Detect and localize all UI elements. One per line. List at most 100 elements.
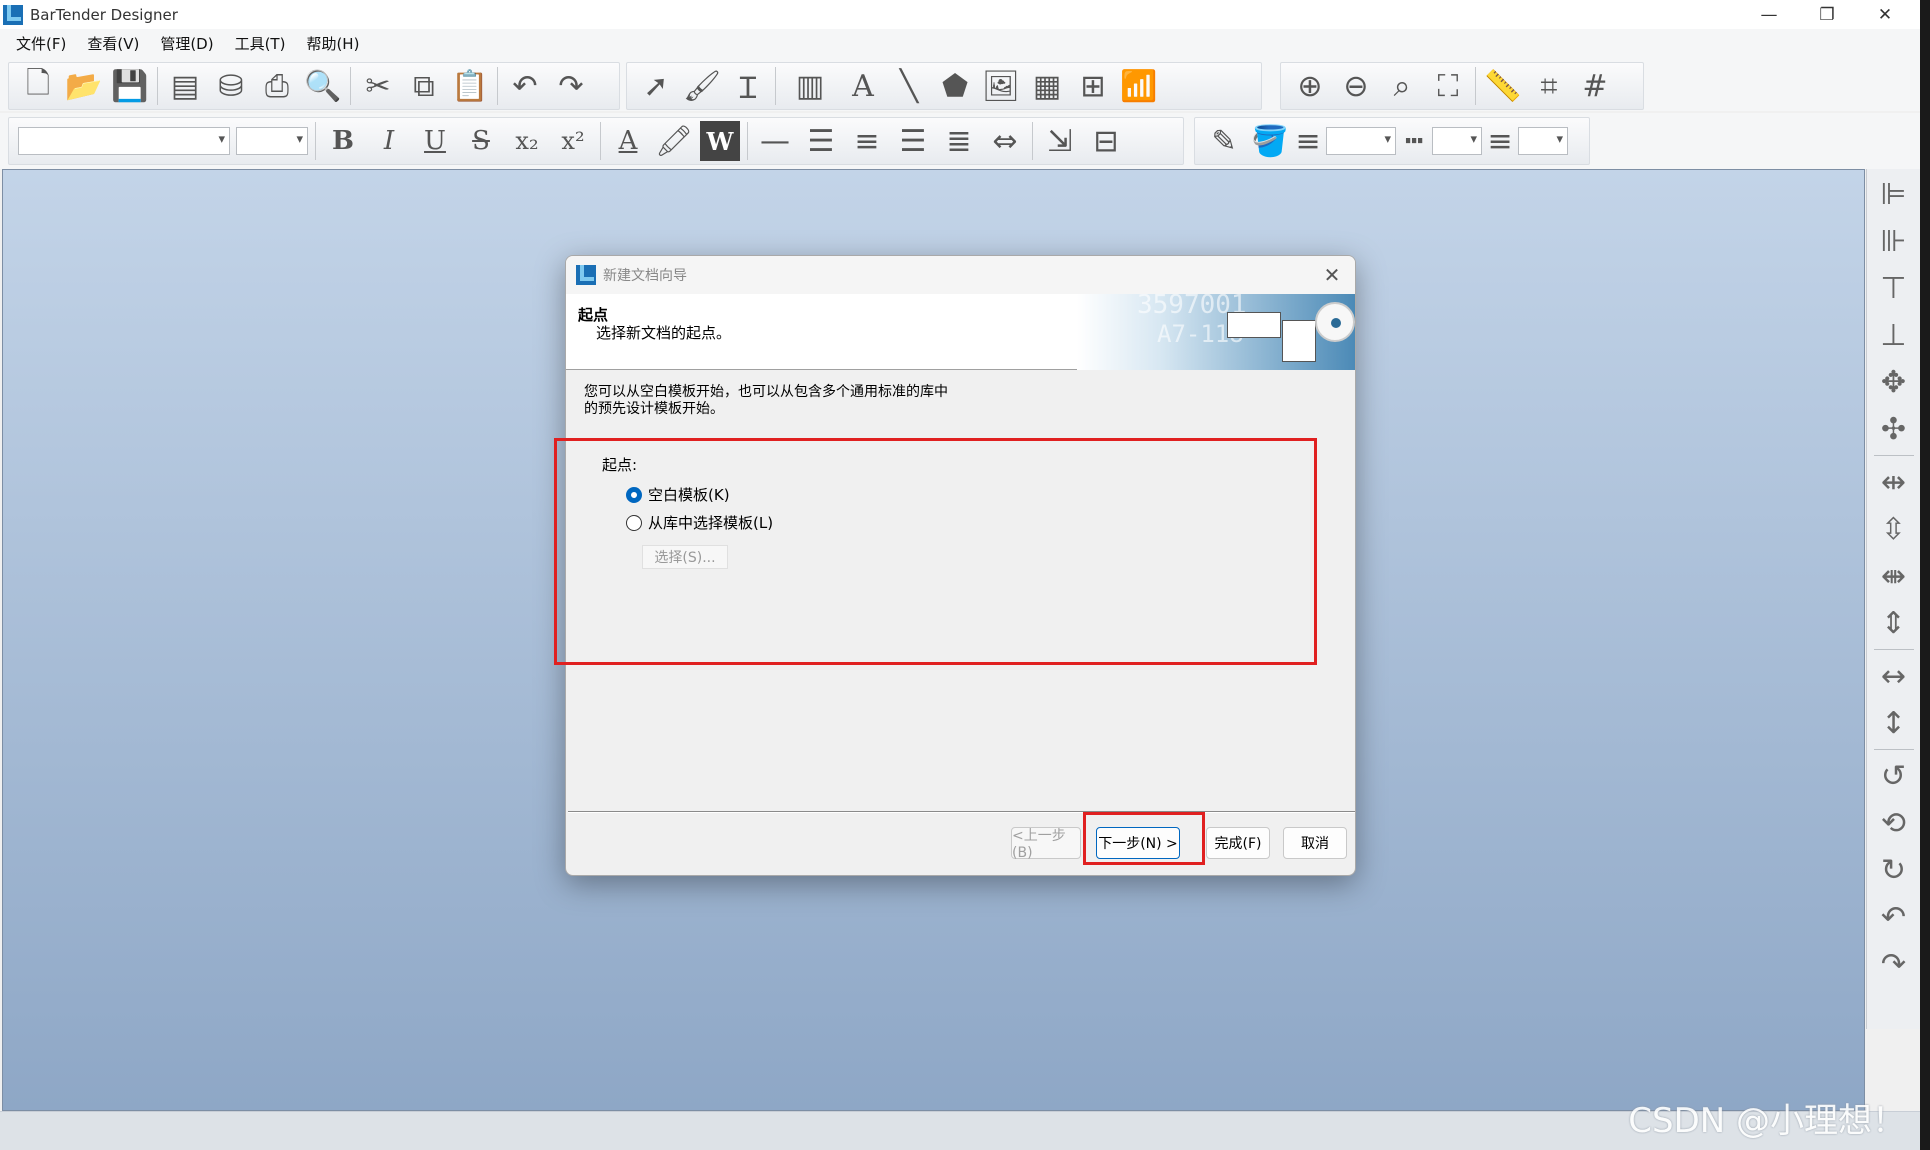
line-weight-combo[interactable] [1326, 127, 1396, 155]
align-bottom-edges-icon[interactable]: ⊥ [1872, 313, 1916, 357]
wizard-header: 起点 选择新文档的起点。 3597001 A7-118 [566, 294, 1355, 370]
new-document-icon[interactable]: 🗋 [18, 66, 58, 106]
subscript-button[interactable]: x₂ [507, 121, 547, 161]
rotate-1-ccw-icon[interactable]: ↶ [1872, 895, 1916, 939]
highlight-icon[interactable]: 🖍 [654, 121, 694, 161]
object-toolbar: ➚ 🖌 Ɪ ▥ A ╲ ⬟ 🖼 ▦ ⊞ 📶 [626, 62, 1262, 110]
open-folder-icon[interactable]: 📂 [64, 66, 104, 106]
copy-icon[interactable]: ⧉ [404, 66, 444, 106]
menu-administer[interactable]: 管理(D) [152, 33, 221, 54]
toolbar-separator [350, 67, 351, 105]
rotate-180-icon[interactable]: ⟲ [1872, 801, 1916, 845]
rotate-90-ccw-icon[interactable]: ↺ [1872, 754, 1916, 798]
font-color-button[interactable]: A [608, 121, 648, 161]
superscript-button[interactable]: x² [553, 121, 593, 161]
page-setup-icon[interactable]: ▤ [165, 66, 205, 106]
center-vertically-icon[interactable]: ⇳ [1872, 507, 1916, 551]
rotate-1-cw-icon[interactable]: ↷ [1872, 942, 1916, 986]
text-tool-icon[interactable]: A [843, 66, 883, 106]
text-cursor-icon[interactable]: Ɪ [728, 66, 768, 106]
wizard-description: 您可以从空白模板开始，也可以从包含多个通用标准的库中 的预先设计模板开始。 [584, 384, 1004, 418]
finish-button[interactable]: 完成(F) [1206, 827, 1270, 859]
align-centers-horizontal-icon[interactable]: ✥ [1872, 360, 1916, 404]
line-spacing-combo[interactable] [1518, 127, 1568, 155]
menu-file[interactable]: 文件(F) [8, 33, 74, 54]
paste-icon[interactable]: 📋 [450, 66, 490, 106]
align-left-edges-icon[interactable]: ⊫ [1872, 172, 1916, 216]
menu-view[interactable]: 查看(V) [79, 33, 147, 54]
print-icon[interactable]: ⎙ [257, 66, 297, 106]
strikethrough-button[interactable]: S [461, 121, 501, 161]
align-right-icon[interactable]: ☰ [893, 121, 933, 161]
picture-icon[interactable]: 🖼 [981, 66, 1021, 106]
align-centers-vertical-icon[interactable]: ✣ [1872, 407, 1916, 451]
menu-tools[interactable]: 工具(T) [227, 33, 294, 54]
align-right-edges-icon[interactable]: ⊪ [1872, 219, 1916, 263]
cancel-button[interactable]: 取消 [1283, 827, 1347, 859]
line-color-icon[interactable]: ✎ [1204, 121, 1244, 161]
undo-icon[interactable]: ↶ [505, 66, 545, 106]
line-style-icon[interactable]: ┅ [1402, 121, 1426, 161]
close-window-button[interactable]: ✕ [1856, 0, 1914, 29]
center-horizontally-icon[interactable]: ⇹ [1872, 460, 1916, 504]
database-icon[interactable]: ⛁ [211, 66, 251, 106]
toolbar-separator [775, 67, 776, 105]
zoom-selection-icon[interactable]: ⌕ [1382, 66, 1422, 106]
same-height-icon[interactable]: ↕ [1872, 701, 1916, 745]
menu-help[interactable]: 帮助(H) [298, 33, 367, 54]
line-icon[interactable]: ╲ [889, 66, 929, 106]
line-spacing-icon[interactable]: ≡ [1487, 121, 1512, 161]
space-horizontal-icon[interactable]: ⇼ [1872, 554, 1916, 598]
redo-icon[interactable]: ↷ [551, 66, 591, 106]
line-weight-icon[interactable]: ≡ [1295, 121, 1320, 161]
pointer-icon[interactable]: ➚ [636, 66, 676, 106]
wrap-text-icon[interactable]: ⊟ [1086, 121, 1126, 161]
font-size-combo[interactable] [236, 127, 308, 155]
font-name-combo[interactable] [18, 127, 230, 155]
print-preview-icon[interactable]: 🔍 [303, 66, 343, 106]
ruler-icon[interactable]: 📏 [1483, 66, 1523, 106]
bartender-logo-icon [3, 4, 23, 25]
table-icon[interactable]: ▦ [1027, 66, 1067, 106]
space-vertical-icon[interactable]: ⇕ [1872, 601, 1916, 645]
restore-button[interactable]: ❐ [1798, 0, 1856, 29]
crop-marks-icon[interactable]: ⌗ [1529, 66, 1569, 106]
minimize-button[interactable]: — [1740, 0, 1798, 29]
save-icon[interactable]: 💾 [110, 66, 150, 106]
toolbar-separator [600, 122, 601, 160]
toolbar-separator [1873, 455, 1914, 456]
barcode-icon[interactable]: ▥ [783, 66, 837, 106]
italic-button[interactable]: I [369, 121, 409, 161]
bold-button[interactable]: B [323, 121, 363, 161]
horizontal-line-icon[interactable]: — [755, 121, 795, 161]
underline-button[interactable]: U [415, 121, 455, 161]
banner-disc-icon [1315, 302, 1355, 342]
resize-icon[interactable]: ⇲ [1040, 121, 1080, 161]
brush-icon[interactable]: 🖌 [682, 66, 722, 106]
rotate-90-cw-icon[interactable]: ↻ [1872, 848, 1916, 892]
zoom-in-icon[interactable]: ⊕ [1290, 66, 1330, 106]
shape-icon[interactable]: ⬟ [935, 66, 975, 106]
grid-lines-icon[interactable]: # [1575, 66, 1615, 106]
toolbar-separator [1475, 67, 1476, 105]
same-width-icon[interactable]: ↔ [1872, 654, 1916, 698]
screen-edge [1920, 0, 1930, 1150]
rfid-icon[interactable]: 📶 [1119, 66, 1159, 106]
description-line: 的预先设计模板开始。 [584, 401, 724, 417]
fit-page-icon[interactable]: ⛶ [1428, 66, 1468, 106]
highlight-next-button-box [1083, 812, 1205, 865]
back-button[interactable]: <上一步(B) [1011, 827, 1081, 861]
zoom-out-icon[interactable]: ⊖ [1336, 66, 1376, 106]
window-controls: — ❐ ✕ [1740, 0, 1914, 29]
align-left-icon[interactable]: ☰ [801, 121, 841, 161]
fit-text-icon[interactable]: ⇔ [985, 121, 1025, 161]
wordart-button[interactable]: W [700, 121, 740, 161]
fill-color-icon[interactable]: 🪣 [1250, 121, 1290, 161]
justify-icon[interactable]: ≣ [939, 121, 979, 161]
dialog-close-button[interactable]: ✕ [1319, 263, 1345, 287]
align-center-icon[interactable]: ≡ [847, 121, 887, 161]
align-top-edges-icon[interactable]: ⊤ [1872, 266, 1916, 310]
cut-icon[interactable]: ✂ [358, 66, 398, 106]
line-style-combo[interactable] [1432, 127, 1482, 155]
grid-icon[interactable]: ⊞ [1073, 66, 1113, 106]
